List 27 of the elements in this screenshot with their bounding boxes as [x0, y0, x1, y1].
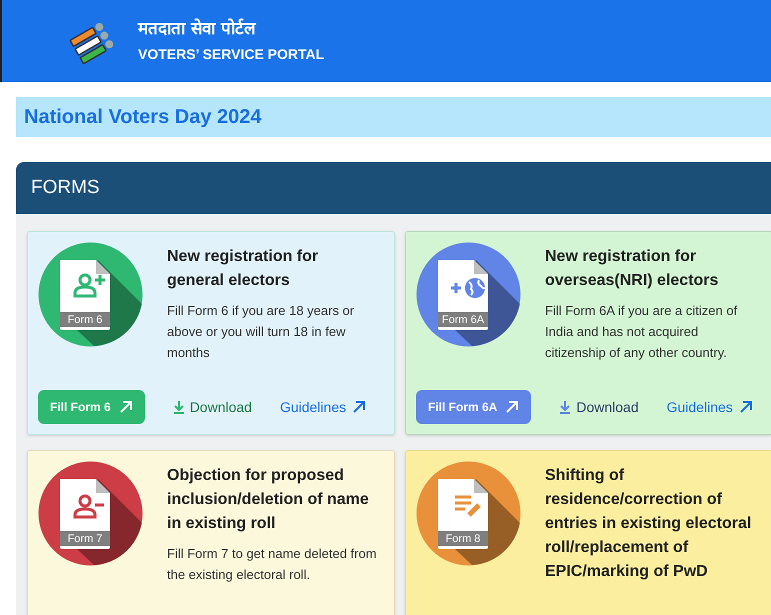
guidelines-link[interactable]: Guidelines: [280, 396, 366, 418]
form-label: Form 7: [66, 532, 104, 546]
download-icon: [559, 400, 572, 414]
card-description: Fill Form 6 if you are 18 years or above or you will turn 18 in few months: [167, 302, 356, 362]
card-description: Fill Form 6A if you are a citizen of India and has not acquired citizenship of any other country.: [545, 302, 738, 362]
form-label: Form 6A: [440, 313, 486, 327]
fill-form-button[interactable]: Fill Form 6: [38, 390, 145, 424]
external-link-icon: [352, 400, 366, 414]
form-label: Form 8: [444, 532, 482, 546]
card-title: New registration for overseas(NRI) electors: [545, 247, 720, 291]
external-link-icon: [118, 400, 133, 414]
card-title: Shifting of residence/correction of entries in existing electoral roll/replacement of EPIC/marking of PwD: [545, 466, 752, 582]
external-link-icon: [505, 400, 520, 414]
card-title: New registration for general electors: [167, 247, 320, 291]
external-link-icon: [738, 400, 753, 414]
portal-title-hindi: मतदाता सेवा पोर्टल: [138, 18, 258, 41]
download-icon: [172, 400, 185, 414]
portal-title: VOTERS’ SERVICE PORTAL: [138, 45, 324, 64]
form-label: Form 6: [66, 313, 104, 327]
card-description: Fill Form 7 to get name deleted from the existing electoral roll.: [167, 545, 378, 584]
card-title: Objection for proposed inclusion/deletion of name in existing roll: [167, 466, 370, 534]
download-link[interactable]: Download: [559, 396, 639, 418]
announcement-banner: National Voters Day 2024: [16, 97, 771, 137]
download-link[interactable]: Download: [172, 396, 252, 418]
fill-form-button[interactable]: Fill Form 6A: [416, 390, 532, 424]
guidelines-link[interactable]: Guidelines: [666, 396, 753, 418]
section-header: FORMS: [16, 162, 771, 214]
